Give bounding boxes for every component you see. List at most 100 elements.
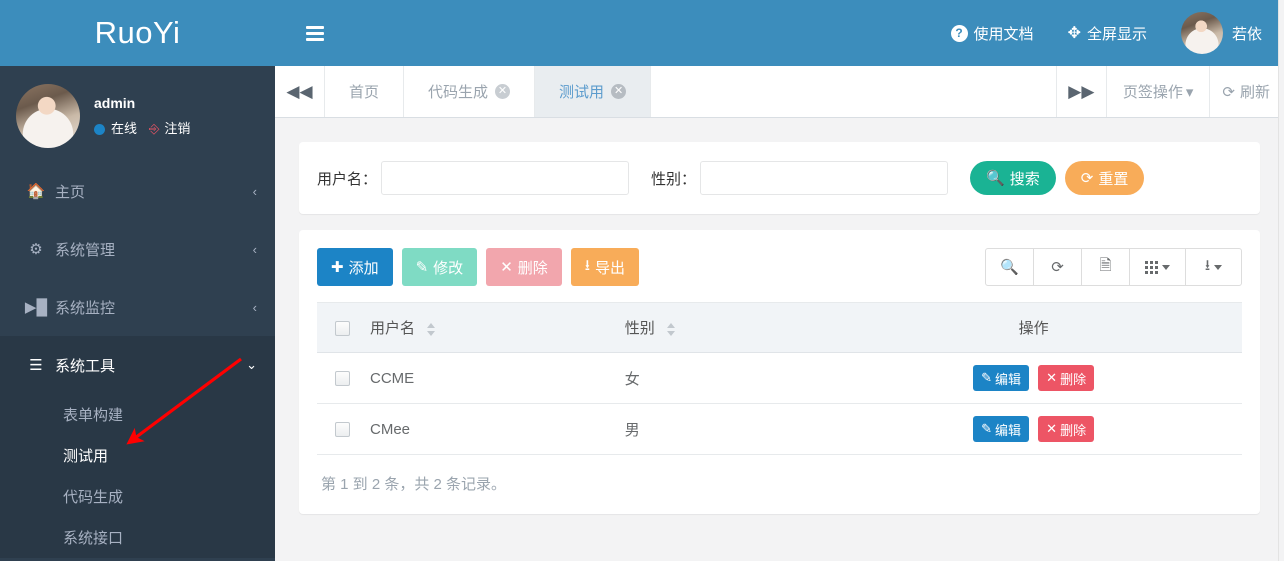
row-edit-button[interactable]: ✎ 编辑 xyxy=(973,416,1029,442)
sidebar-item-label: 系统工具 xyxy=(55,357,116,375)
sidebar-subitem-code-generation[interactable]: 代码生成 xyxy=(0,476,275,517)
search-icon: 🔍 xyxy=(986,170,1005,187)
double-chevron-right-icon[interactable]: ▶▶ xyxy=(1055,66,1106,117)
sidebar-profile: admin 在线 ⎆ 注销 xyxy=(0,66,275,162)
top-header: ? 使用文档 ✥ 全屏显示 若依 xyxy=(275,0,1284,66)
field-gender: 性别： xyxy=(651,161,949,195)
chevron-down-icon: ▾ xyxy=(1185,83,1194,101)
sidebar-item-label: 系统监控 xyxy=(55,299,116,317)
columns-list-icon[interactable]: 🗎 xyxy=(1081,248,1130,286)
search-button-label: 搜索 xyxy=(1009,170,1040,188)
tab-test[interactable]: 测试用 ✕ xyxy=(535,66,652,117)
video-camera-icon: ▶█ xyxy=(24,299,48,316)
sidebar-subitem-form-builder[interactable]: 表单构建 xyxy=(0,394,275,435)
sidebar-subitem-label: 系统接口 xyxy=(63,530,124,547)
plus-icon: ✚ xyxy=(331,259,344,276)
hamburger-bars xyxy=(306,23,324,44)
export-dropdown-icon[interactable]: ⭳ xyxy=(1185,248,1242,286)
logout-label[interactable]: 注销 xyxy=(164,120,190,138)
sidebar-item-system-management[interactable]: ⚙ 系统管理 ‹ xyxy=(0,220,275,278)
brand-logo[interactable]: RuoYi xyxy=(0,0,275,66)
column-header-gender[interactable]: 性别 xyxy=(614,302,826,353)
sidebar-subitem-label: 测试用 xyxy=(63,448,109,465)
row-delete-button[interactable]: ✕ 删除 xyxy=(1038,365,1095,391)
window-right-edge xyxy=(1278,0,1284,561)
delete-button[interactable]: ✕ 删除 xyxy=(486,248,562,286)
sidebar-item-home[interactable]: 🏠 主页 ‹ xyxy=(0,162,275,220)
table-toolbar: ✚ 添加 ✎ 修改 ✕ 删除 ⭳ 导出 🔍 ⟳ 🗎 ⭳ xyxy=(317,248,1242,286)
grid-dropdown-icon[interactable] xyxy=(1129,248,1186,286)
hamburger-icon[interactable] xyxy=(275,0,355,66)
gender-input[interactable] xyxy=(700,161,949,195)
chevron-down-icon: ⌄ xyxy=(246,357,257,372)
sidebar-subitem-system-interface[interactable]: 系统接口 xyxy=(0,517,275,558)
app-root: RuoYi admin 在线 ⎆ 注销 🏠 主页 ‹ ⚙ 系统管理 ‹ ▶█ 系… xyxy=(0,0,1284,561)
row-edit-label: 编辑 xyxy=(994,422,1021,438)
pencil-square-icon: ✎ xyxy=(415,259,429,276)
refresh-icon[interactable]: ⟳ xyxy=(1033,248,1082,286)
double-chevron-left-icon[interactable]: ◀◀ xyxy=(275,66,325,117)
add-button[interactable]: ✚ 添加 xyxy=(317,248,393,286)
close-icon[interactable]: ✕ xyxy=(495,84,511,99)
chevron-left-icon: ‹ xyxy=(252,183,257,199)
row-checkbox[interactable] xyxy=(335,371,350,387)
tabs-list: 首页 代码生成 ✕ 测试用 ✕ xyxy=(325,66,1056,117)
search-button[interactable]: 🔍 搜索 xyxy=(970,161,1056,195)
logout-icon[interactable]: ⎆ xyxy=(149,120,159,138)
sidebar-item-system-tools[interactable]: ☰ 系统工具 ⌄ xyxy=(0,336,275,394)
select-all-checkbox[interactable] xyxy=(335,320,350,336)
modify-button-label: 修改 xyxy=(433,259,464,277)
row-checkbox[interactable] xyxy=(335,422,350,438)
chevron-down-icon xyxy=(1162,264,1170,270)
export-button[interactable]: ⭳ 导出 xyxy=(570,248,640,286)
row-select-cell xyxy=(317,403,360,455)
sort-icon[interactable] xyxy=(666,322,676,337)
search-icon[interactable]: 🔍 xyxy=(985,248,1034,286)
tab-operations-label: 页签操作 xyxy=(1122,84,1183,101)
export-button-label: 导出 xyxy=(595,259,626,277)
tab-code-generation[interactable]: 代码生成 ✕ xyxy=(404,66,536,117)
row-delete-button[interactable]: ✕ 删除 xyxy=(1038,416,1095,442)
data-table: 用户名 性别 操作 CCME 女 ✎ 编辑 ✕ 删除 CMee 男 ✎ 编辑 ✕… xyxy=(317,302,1242,455)
refresh-icon: ⟳ xyxy=(1080,170,1094,187)
refresh-button[interactable]: ⟳ 刷新 xyxy=(1210,66,1284,117)
user-name-label: 若依 xyxy=(1231,25,1262,43)
sidebar-subitem-test[interactable]: 测试用 xyxy=(0,435,275,476)
table-icon-toolbar: 🔍 ⟳ 🗎 ⭳ xyxy=(985,248,1242,286)
main-content: 用户名： 性别： 🔍 搜索 ⟳ 重置 ✚ 添加 ✎ 修改 ✕ 删除 ⭳ 导出 🔍… xyxy=(275,118,1284,561)
modify-button[interactable]: ✎ 修改 xyxy=(401,248,478,286)
delete-button-label: 删除 xyxy=(517,259,548,277)
sidebar-item-label: 系统管理 xyxy=(55,241,116,259)
cell-actions: ✎ 编辑 ✕ 删除 xyxy=(825,403,1242,455)
profile-info: admin 在线 ⎆ 注销 xyxy=(94,94,190,139)
username-input[interactable] xyxy=(381,161,630,195)
pagination-summary: 第 1 到 2 条，共 2 条记录。 xyxy=(321,476,507,493)
sidebar-item-system-monitor[interactable]: ▶█ 系统监控 ‹ xyxy=(0,278,275,336)
expand-arrows-icon: ✥ xyxy=(1067,25,1081,42)
online-status-label: 在线 xyxy=(111,121,138,137)
user-menu[interactable]: 若依 xyxy=(1180,12,1262,54)
sidebar-nav: 🏠 主页 ‹ ⚙ 系统管理 ‹ ▶█ 系统监控 ‹ ☰ 系统工具 ⌄ xyxy=(0,162,275,394)
refresh-label: 刷新 xyxy=(1239,84,1270,101)
download-icon: ⭳ xyxy=(1204,256,1211,274)
table-panel: ✚ 添加 ✎ 修改 ✕ 删除 ⭳ 导出 🔍 ⟳ 🗎 ⭳ 用户名 性别 操作 CC… xyxy=(299,230,1260,514)
fullscreen-button[interactable]: ✥ 全屏显示 xyxy=(1068,23,1147,44)
column-label: 用户名 xyxy=(370,320,416,337)
reset-button[interactable]: ⟳ 重置 xyxy=(1064,161,1145,195)
close-icon[interactable]: ✕ xyxy=(611,84,627,99)
row-edit-button[interactable]: ✎ 编辑 xyxy=(973,365,1029,391)
documentation-link[interactable]: ? 使用文档 xyxy=(950,23,1034,44)
download-icon: ⭳ xyxy=(584,256,591,274)
cell-username: CCME xyxy=(360,352,615,404)
add-button-label: 添加 xyxy=(348,259,379,277)
profile-meta: 在线 ⎆ 注销 xyxy=(94,120,190,138)
column-header-username[interactable]: 用户名 xyxy=(360,302,615,353)
tab-home[interactable]: 首页 xyxy=(325,66,405,117)
tab-operations-dropdown[interactable]: 页签操作 ▾ xyxy=(1105,66,1211,117)
sort-icon[interactable] xyxy=(427,322,436,337)
avatar[interactable] xyxy=(16,84,80,148)
grid-icon xyxy=(1145,260,1158,274)
cell-username: CMee xyxy=(360,403,615,455)
row-select-cell xyxy=(317,352,360,404)
tab-label: 测试用 xyxy=(559,84,605,101)
